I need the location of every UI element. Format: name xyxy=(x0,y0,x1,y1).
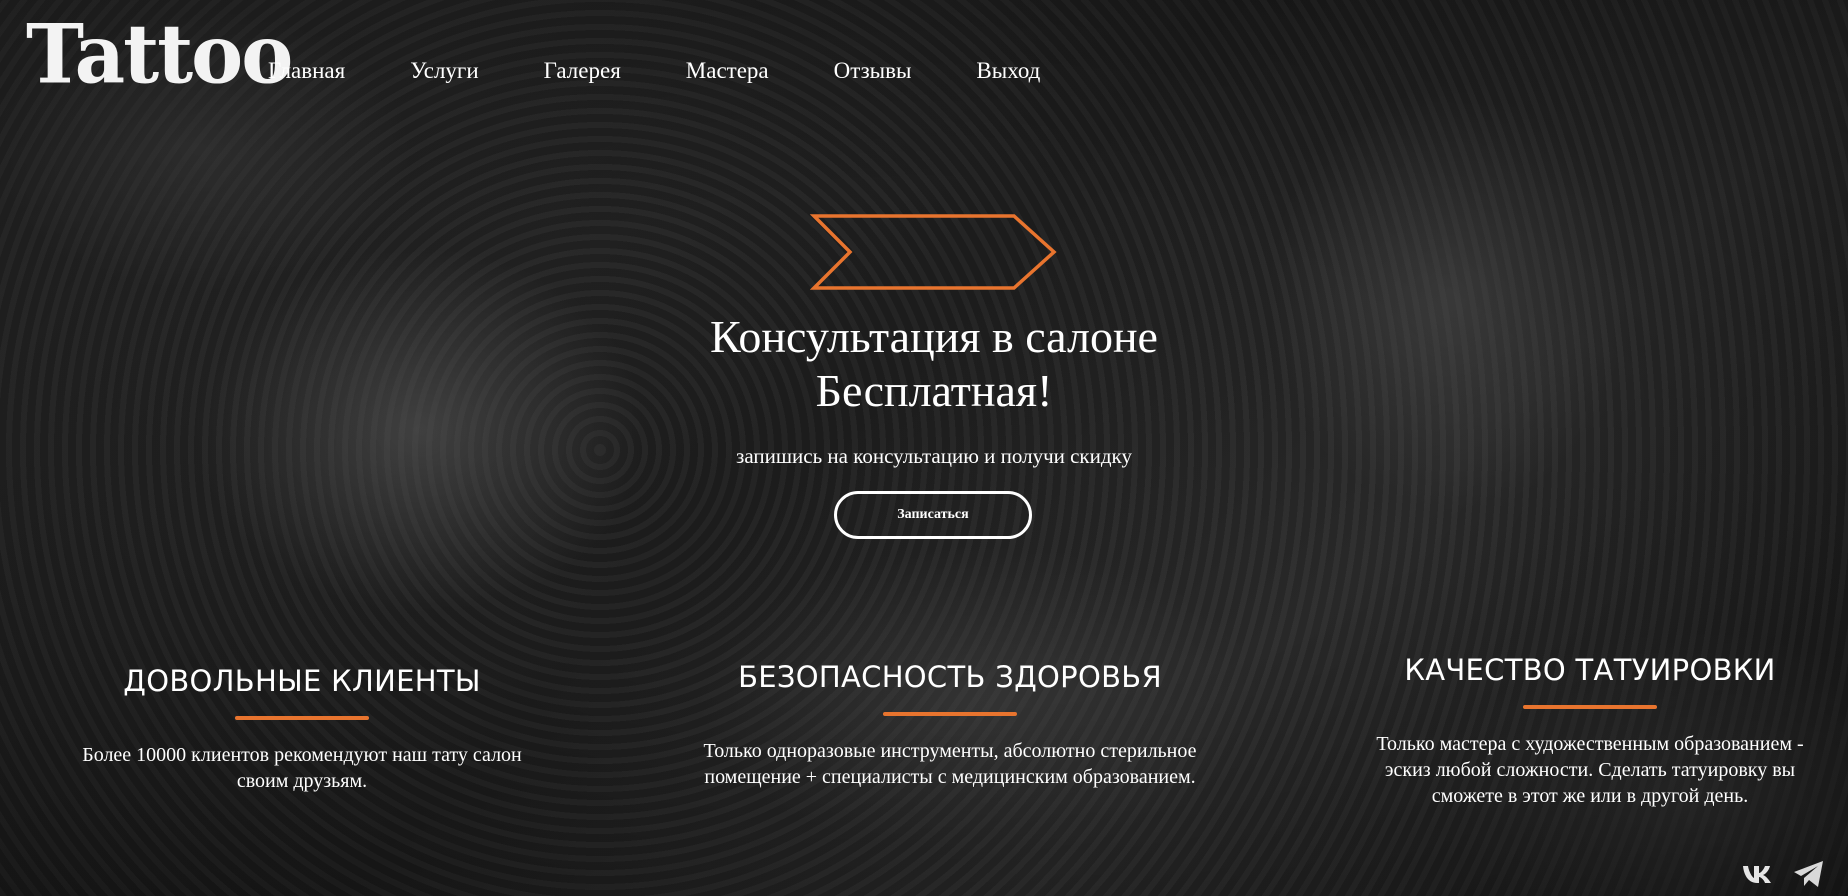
nav-item-masters[interactable]: Мастера xyxy=(686,58,769,84)
ribbon-decoration xyxy=(810,214,1057,290)
vk-icon[interactable] xyxy=(1741,862,1777,886)
nav-item-services[interactable]: Услуги xyxy=(410,58,478,84)
accent-divider xyxy=(883,712,1017,716)
feature-text: Только одноразовые инструменты, абсолютн… xyxy=(703,740,1197,788)
hero-title-line2: Бесплатная! xyxy=(815,365,1053,416)
site-logo[interactable]: Tattoo xyxy=(26,14,293,96)
feature-title: ДОВОЛЬНЫЕ КЛИЕНТЫ xyxy=(123,664,481,698)
feature-title: КАЧЕСТВО ТАТУИРОВКИ xyxy=(1404,653,1776,687)
accent-divider xyxy=(235,716,369,720)
nav-item-home[interactable]: Главная xyxy=(268,58,345,84)
nav-item-gallery[interactable]: Галерея xyxy=(544,58,621,84)
hero-subtitle: запишись на консультацию и получи скидку xyxy=(736,444,1132,468)
hero-title-line1: Консультация в салоне xyxy=(710,311,1158,362)
feature-title: БЕЗОПАСНОСТЬ ЗДОРОВЬЯ xyxy=(738,660,1162,694)
accent-divider xyxy=(1523,705,1657,709)
feature-text: Более 10000 клиентов рекомендуют наш тат… xyxy=(82,744,522,792)
main-nav: Главная Услуги Галерея Мастера Отзывы Вы… xyxy=(268,58,1105,84)
feature-tattoo-quality: КАЧЕСТВО ТАТУИРОВКИ Только мастера с худ… xyxy=(1360,653,1820,809)
feature-health-safety: БЕЗОПАСНОСТЬ ЗДОРОВЬЯ Только одноразовые… xyxy=(690,660,1210,790)
nav-item-logout[interactable]: Выход xyxy=(976,58,1040,84)
feature-text: Только мастера с художественным образова… xyxy=(1376,733,1804,807)
telegram-icon[interactable] xyxy=(1792,859,1826,889)
feature-happy-clients: ДОВОЛЬНЫЕ КЛИЕНТЫ Более 10000 клиентов р… xyxy=(70,664,534,794)
nav-item-reviews[interactable]: Отзывы xyxy=(834,58,912,84)
signup-button[interactable]: Записаться xyxy=(834,491,1032,539)
hero-title: Консультация в салоне Бесплатная! xyxy=(0,310,1848,418)
